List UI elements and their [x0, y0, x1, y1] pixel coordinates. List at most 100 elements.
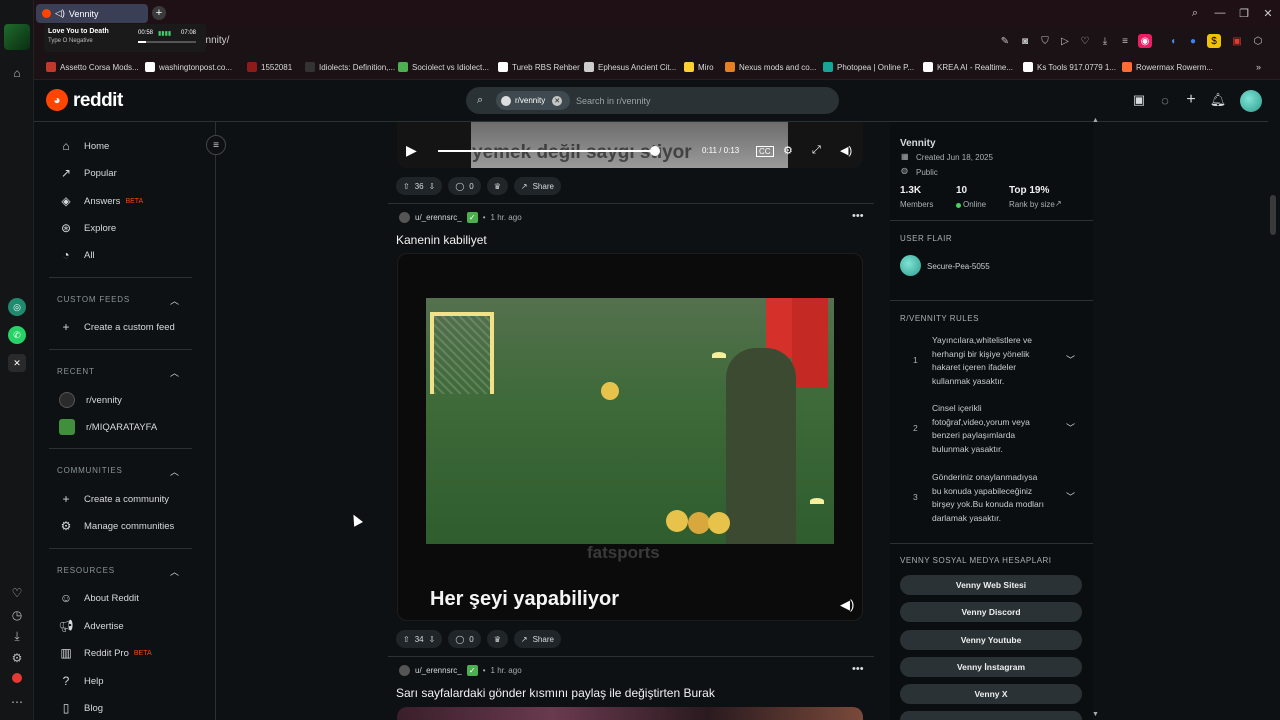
nav-popular[interactable]: ↗ Popular — [59, 166, 117, 180]
advertise-icon[interactable]: ▣ — [1131, 92, 1147, 108]
more-options-icon[interactable]: ••• — [852, 210, 864, 222]
sidebar-scroll-up-icon[interactable]: ▲ — [1092, 117, 1099, 124]
nav-advertise[interactable]: 📢︎ Advertise — [58, 619, 123, 633]
create-community[interactable]: + Create a community — [59, 492, 169, 506]
reddit-wordmark[interactable]: reddit — [73, 90, 123, 112]
section-resources[interactable]: RESOURCES — [57, 566, 115, 575]
create-custom-feed[interactable]: + Create a custom feed — [59, 320, 174, 334]
social-button-instagram[interactable]: Venny İnstagram — [900, 657, 1082, 677]
award-button[interactable]: ♛ — [486, 177, 508, 195]
bookmark-item[interactable]: Rowermax Rowerm... — [1122, 62, 1213, 72]
recent-miqaratayfa[interactable]: r/MIQARATAYFA — [59, 419, 157, 435]
minimize-button[interactable]: — — [1211, 5, 1229, 21]
bookmarks-overflow-icon[interactable]: » — [1256, 62, 1261, 72]
heart-icon[interactable]: ♡ — [8, 584, 26, 602]
extensions-icon[interactable]: ⬡ — [1251, 34, 1265, 48]
gear-icon[interactable]: ⚙ — [783, 144, 793, 157]
vote-control[interactable]: ⇧ 36 ⇩ — [396, 177, 443, 195]
social-button-discord[interactable]: Venny Discord — [900, 602, 1082, 622]
chevron-up-icon[interactable]: ︿ — [170, 294, 179, 307]
ext-yellow-icon[interactable]: $ — [1207, 34, 1221, 48]
clear-scope-icon[interactable]: ✕ — [552, 95, 563, 106]
volume-icon[interactable]: ◀) — [840, 144, 852, 157]
bookmark-item[interactable]: Photopea | Online P... — [823, 62, 914, 72]
chatgpt-icon[interactable]: ◎ — [8, 298, 26, 316]
extension-icon[interactable] — [12, 673, 22, 683]
nav-help[interactable]: ? Help — [59, 674, 104, 688]
album-art[interactable] — [4, 24, 30, 50]
bookmark-item[interactable]: Ks Tools 917.0779 1... — [1023, 62, 1116, 72]
rule-item[interactable]: 2 Cinsel içerikli fotoğraf,video,yorum v… — [900, 402, 1084, 458]
section-recent[interactable]: RECENT — [57, 367, 95, 376]
nav-blog[interactable]: ▯ Blog — [59, 701, 103, 715]
bookmark-item[interactable]: Ephesus Ancient Cit... — [584, 62, 676, 72]
more-options-icon[interactable]: ••• — [852, 663, 864, 675]
social-button-x[interactable]: Venny X — [900, 684, 1082, 704]
bookmark-item[interactable]: Miro — [684, 62, 714, 72]
downloads-icon[interactable]: ⤓ — [8, 627, 26, 645]
post-title[interactable]: Kanenin kabiliyet — [396, 233, 487, 247]
collapse-nav-button[interactable]: ≡ — [206, 135, 226, 155]
post-author[interactable]: u/_erennsrc_ — [415, 666, 462, 675]
comments-button[interactable]: ◯ 0 — [448, 177, 481, 195]
share-button[interactable]: ↗ Share — [513, 177, 561, 195]
social-button-more[interactable] — [900, 711, 1082, 720]
post-author[interactable]: u/_erennsrc_ — [415, 213, 462, 222]
reddit-logo-icon[interactable]: ◕ — [46, 89, 68, 111]
new-tab-button[interactable]: + — [152, 6, 166, 20]
external-link-icon[interactable]: ↗ — [1055, 199, 1062, 208]
menu-icon[interactable]: ≡ — [1118, 34, 1132, 48]
nav-explore[interactable]: ⊛ Explore — [59, 221, 116, 235]
tab-vennity[interactable]: ◁) Vennity — [36, 4, 148, 23]
chevron-up-icon[interactable]: ︿ — [170, 565, 179, 578]
comments-button[interactable]: ◯ 0 — [448, 630, 481, 648]
nav-all[interactable]: ◔ All — [59, 248, 94, 262]
captions-icon[interactable]: CC — [756, 146, 774, 157]
section-communities[interactable]: COMMUNITIES — [57, 466, 123, 475]
media-progress-track[interactable] — [138, 41, 196, 43]
close-window-button[interactable]: ✕ — [1259, 5, 1277, 21]
profile-icon[interactable]: ◉ — [1138, 34, 1152, 48]
recent-vennity[interactable]: r/vennity — [59, 392, 122, 408]
chat-icon[interactable]: ◌ — [1157, 92, 1173, 108]
page-scrollbar[interactable] — [1270, 195, 1276, 235]
section-custom-feeds[interactable]: CUSTOM FEEDS — [57, 295, 130, 304]
search-tabs-icon[interactable]: ⌕ — [1186, 5, 1204, 21]
nav-home[interactable]: ⌂ Home — [59, 139, 109, 153]
video-seek-bar[interactable] — [438, 150, 655, 152]
camera-icon[interactable]: ◙ — [1018, 34, 1032, 48]
bookmark-item[interactable]: Sociolect vs Idiolect... — [398, 62, 489, 72]
downvote-icon[interactable]: ⇩ — [429, 635, 436, 644]
avatar[interactable] — [1240, 90, 1262, 112]
ext-red-icon[interactable]: ▣ — [1230, 34, 1244, 48]
nav-reddit-pro[interactable]: ▥ Reddit Pro BETA — [59, 646, 151, 660]
home-icon[interactable]: ⌂ — [8, 64, 26, 82]
bookmark-item[interactable]: washingtonpost.co... — [145, 62, 232, 72]
award-button[interactable]: ♛ — [486, 630, 508, 648]
downvote-icon[interactable]: ⇩ — [429, 182, 436, 191]
rule-item[interactable]: 3 Gönderiniz onaylanmadıysa bu konuda ya… — [900, 471, 1084, 527]
chevron-down-icon[interactable]: ﹀ — [1066, 422, 1075, 436]
fullscreen-icon[interactable]: ⤢ — [812, 144, 821, 157]
ext-ai-icon[interactable]: ◖ — [1166, 34, 1180, 48]
social-button-youtube[interactable]: Venny Youtube — [900, 630, 1082, 650]
chevron-up-icon[interactable]: ︿ — [170, 366, 179, 379]
play-icon[interactable]: ▷ — [1058, 34, 1072, 48]
nav-about-reddit[interactable]: ☺ About Reddit — [59, 591, 139, 605]
rank-label[interactable]: Rank by size — [1009, 200, 1055, 209]
post-media-preview[interactable] — [397, 707, 863, 720]
social-button-website[interactable]: Venny Web Sitesi — [900, 575, 1082, 595]
post-title[interactable]: Sarı sayfalardaki gönder kısmını paylaş … — [396, 686, 715, 700]
sidebar-scroll-down-icon[interactable]: ▼ — [1092, 711, 1099, 718]
ext-blue-icon[interactable]: ● — [1186, 34, 1200, 48]
video-seek-handle[interactable] — [649, 146, 660, 156]
download-icon[interactable]: ⤓ — [1098, 34, 1112, 48]
whatsapp-icon[interactable]: ✆ — [8, 326, 26, 344]
chevron-down-icon[interactable]: ﹀ — [1066, 491, 1075, 505]
bookmark-item[interactable]: KREA AI - Realtime... — [923, 62, 1013, 72]
rule-item[interactable]: 1 Yayıncılara,whitelistlere ve herhangi … — [900, 334, 1084, 390]
flair-username[interactable]: Secure-Pea-5055 — [927, 262, 990, 271]
x-icon[interactable]: ✕ — [8, 354, 26, 372]
shield-icon[interactable]: ⛉ — [1038, 34, 1052, 48]
history-icon[interactable]: ◷ — [8, 606, 26, 624]
